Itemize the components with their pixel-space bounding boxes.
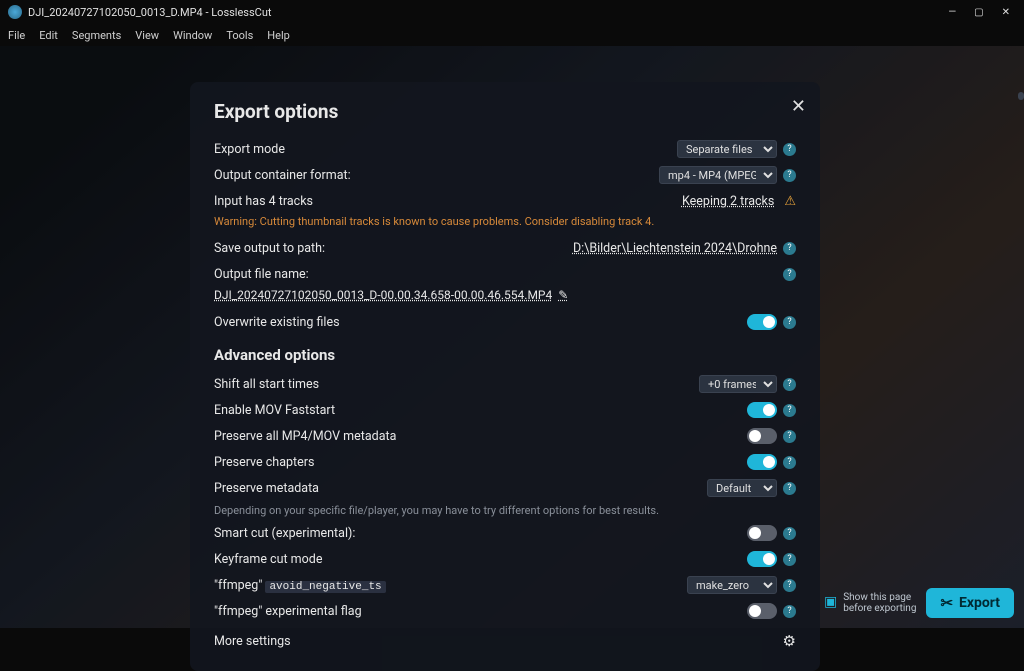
window-title: DJI_20240727102050_0013_D.MP4 - Lossless… [28,6,948,19]
shift-times-label: Shift all start times [214,377,699,392]
close-icon[interactable]: ✕ [791,96,806,117]
preserve-metadata-select[interactable]: Default [707,479,777,497]
preserve-mp4-label: Preserve all MP4/MOV metadata [214,429,747,444]
output-filename-value[interactable]: DJI_20240727102050_0013_D-00.00.34.658-0… [214,288,552,302]
preserve-chapters-label: Preserve chapters [214,455,747,470]
help-icon[interactable]: ? [783,169,796,182]
advanced-title: Advanced options [214,346,796,364]
help-icon[interactable]: ? [783,378,796,391]
gear-icon[interactable]: ⚙ [783,632,796,650]
window-minimize-button[interactable]: — [948,7,956,18]
help-icon[interactable]: ? [783,553,796,566]
export-mode-label: Export mode [214,142,677,157]
window-maximize-button[interactable]: ▢ [974,7,983,18]
help-icon[interactable]: ? [783,527,796,540]
avoid-negative-ts-select[interactable]: make_zero [687,576,777,594]
warning-icon: ⚠ [784,194,796,209]
smart-cut-label: Smart cut (experimental): [214,526,747,541]
help-icon[interactable]: ? [783,430,796,443]
help-icon[interactable]: ? [783,482,796,495]
help-icon[interactable]: ? [783,605,796,618]
window-close-button[interactable]: ✕ [1002,7,1010,18]
scissors-icon: ✂ [940,594,953,612]
menu-view[interactable]: View [135,29,159,42]
calendar-icon: ▣ [824,595,837,610]
help-icon[interactable]: ? [783,316,796,329]
export-button-label: Export [959,595,1000,611]
export-mode-select[interactable]: Separate files [677,140,777,158]
menu-window[interactable]: Window [173,29,212,42]
menu-tools[interactable]: Tools [226,29,253,42]
overwrite-label: Overwrite existing files [214,315,747,330]
avoid-negative-ts-label: "ffmpeg" avoid_negative_ts [214,578,687,593]
menu-edit[interactable]: Edit [39,29,58,42]
keeping-tracks-link[interactable]: Keeping 2 tracks [682,194,774,209]
export-options-panel: ✕ Export options Export mode Separate fi… [190,82,820,671]
container-format-label: Output container format: [214,168,659,183]
show-before-label: Show this page before exporting [843,592,916,614]
overwrite-toggle[interactable] [747,314,777,330]
save-path-label: Save output to path: [214,241,573,256]
menu-help[interactable]: Help [267,29,290,42]
edit-icon[interactable]: ✎ [558,288,568,302]
experimental-flag-toggle[interactable] [747,603,777,619]
shift-times-select[interactable]: +0 frames [699,375,777,393]
help-icon[interactable]: ? [783,268,796,281]
help-icon[interactable]: ? [783,456,796,469]
hint-text: Depending on your specific file/player, … [214,504,796,517]
menubar: File Edit Segments View Window Tools Hel… [0,24,1024,46]
help-icon[interactable]: ? [783,404,796,417]
menu-file[interactable]: File [8,29,25,42]
input-tracks-label: Input has 4 tracks [214,194,682,209]
experimental-flag-label: "ffmpeg" experimental flag [214,604,747,619]
app-icon [8,5,22,19]
preserve-metadata-label: Preserve metadata [214,481,707,496]
faststart-label: Enable MOV Faststart [214,403,747,418]
scrollbar[interactable] [1018,92,1024,100]
preserve-mp4-toggle[interactable] [747,428,777,444]
help-icon[interactable]: ? [783,242,796,255]
faststart-toggle[interactable] [747,402,777,418]
smart-cut-toggle[interactable] [747,525,777,541]
panel-title: Export options [214,100,796,123]
menu-segments[interactable]: Segments [72,29,121,42]
export-button[interactable]: ✂ Export [926,588,1014,618]
more-settings-label: More settings [214,634,783,649]
keyframe-cut-label: Keyframe cut mode [214,552,747,567]
help-icon[interactable]: ? [783,143,796,156]
preserve-chapters-toggle[interactable] [747,454,777,470]
save-path-link[interactable]: D:\Bilder\Liechtenstein 2024\Drohne [573,241,777,256]
output-filename-label: Output file name: [214,267,783,282]
warning-text: Warning: Cutting thumbnail tracks is kno… [214,215,796,228]
show-before-export-toggle[interactable]: ▣ Show this page before exporting [824,592,916,614]
container-format-select[interactable]: mp4 - MP4 (MPEG-4 P▾ [659,166,777,184]
keyframe-cut-toggle[interactable] [747,551,777,567]
help-icon[interactable]: ? [783,579,796,592]
